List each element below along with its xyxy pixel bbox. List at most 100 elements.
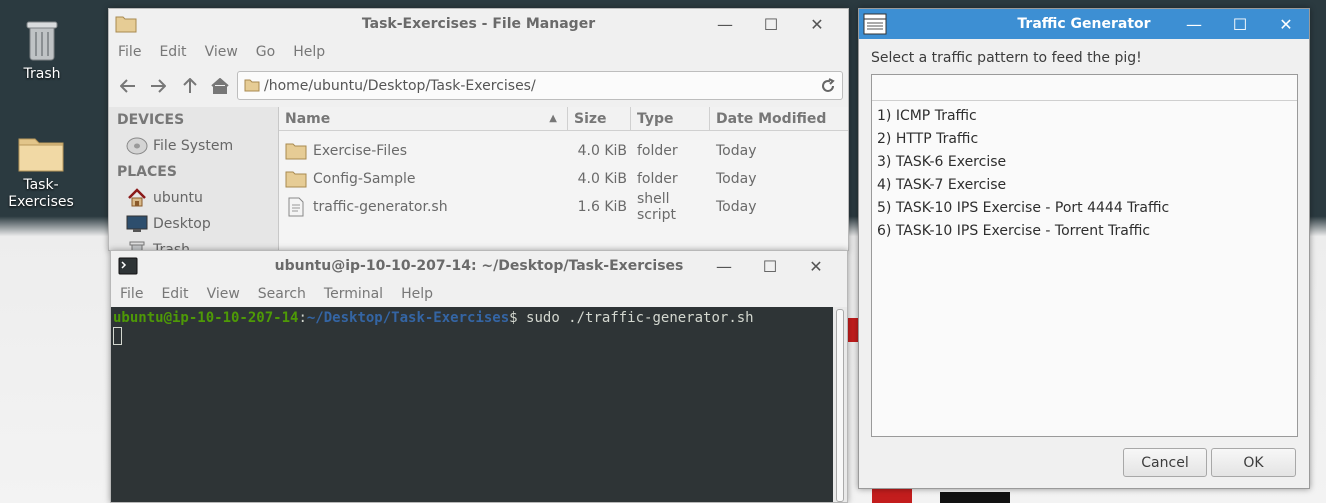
folder-icon [285, 171, 307, 188]
file-manager-window: Task-Exercises - File Manager — ☐ ✕ File… [108, 8, 849, 251]
script-icon [288, 197, 304, 217]
sidebar-header-places: PLACES [117, 164, 177, 180]
terminal-titlebar[interactable]: ubuntu@ip-10-10-207-14: ~/Desktop/Task-E… [111, 251, 847, 281]
wallpaper-shape [848, 318, 858, 342]
terminal-line: ubuntu@ip-10-10-207-14:~/Desktop/Task-Ex… [113, 309, 831, 327]
folder-icon [285, 143, 307, 160]
wallpaper-shape [940, 492, 1010, 503]
toolbar: /home/ubuntu/Desktop/Task-Exercises/ [109, 65, 848, 107]
table-row[interactable]: traffic-generator.sh 1.6 KiB shell scrip… [279, 191, 848, 223]
sidebar-item-label: File System [153, 138, 234, 154]
terminal-cursor [113, 327, 122, 345]
scrollbar[interactable] [833, 307, 847, 502]
column-size[interactable]: Size [568, 107, 631, 130]
menu-edit[interactable]: Edit [150, 44, 195, 60]
forward-arrow-icon[interactable] [147, 75, 169, 97]
maximize-button[interactable]: ☐ [1217, 9, 1263, 39]
prompt-user: ubuntu@ip-10-10-207-14 [113, 310, 299, 326]
scrollbar-thumb[interactable] [836, 309, 844, 502]
menu-bar: File Edit View Search Terminal Help [111, 281, 847, 307]
menu-file[interactable]: File [109, 44, 150, 60]
dialog-titlebar[interactable]: Traffic Generator — ☐ ✕ [859, 9, 1309, 39]
menu-terminal[interactable]: Terminal [315, 286, 392, 302]
home-icon [125, 188, 149, 208]
sidebar: DEVICES File System PLACES ubuntu Deskto… [109, 107, 279, 250]
close-button[interactable]: ✕ [793, 251, 839, 281]
desktop-icon-task-exercises[interactable]: Task-Exercises [1, 133, 81, 211]
file-manager-titlebar[interactable]: Task-Exercises - File Manager — ☐ ✕ [109, 9, 848, 39]
sidebar-item-ubuntu[interactable]: ubuntu [109, 185, 278, 211]
prompt-symbol: $ [509, 310, 518, 326]
folder-icon [18, 138, 64, 172]
table-row[interactable]: Exercise-Files 4.0 KiB folder Today [279, 137, 848, 165]
file-date: Today [716, 143, 757, 159]
sidebar-item-label: Desktop [153, 216, 211, 232]
terminal-output[interactable]: ubuntu@ip-10-10-207-14:~/Desktop/Task-Ex… [111, 307, 833, 502]
close-button[interactable]: ✕ [794, 9, 840, 39]
traffic-generator-dialog: Traffic Generator — ☐ ✕ Select a traffic… [858, 8, 1310, 489]
list-item[interactable]: 2) HTTP Traffic [872, 128, 1297, 151]
column-header: Name ▲ Size Type Date Modified [279, 107, 848, 131]
column-type[interactable]: Type [631, 107, 710, 130]
file-date: Today [716, 199, 757, 215]
file-size: 4.0 KiB [577, 143, 627, 159]
sidebar-item-trash[interactable]: Trash [109, 237, 278, 250]
menu-bar: File Edit View Go Help [109, 39, 848, 65]
file-date: Today [716, 171, 757, 187]
file-name: traffic-generator.sh [313, 199, 448, 215]
minimize-button[interactable]: — [1171, 9, 1217, 39]
sidebar-header-devices: DEVICES [117, 112, 185, 128]
ok-button[interactable]: OK [1211, 448, 1296, 477]
list-item[interactable]: 4) TASK-7 Exercise [872, 174, 1297, 197]
reload-icon[interactable] [820, 78, 836, 94]
selection-entry[interactable] [872, 75, 1297, 101]
menu-search[interactable]: Search [249, 286, 315, 302]
list-item[interactable]: 1) ICMP Traffic [872, 105, 1297, 128]
cancel-button[interactable]: Cancel [1123, 448, 1207, 477]
home-icon[interactable] [209, 75, 231, 97]
list-item[interactable]: 3) TASK-6 Exercise [872, 151, 1297, 174]
menu-edit[interactable]: Edit [152, 286, 197, 302]
file-list: Name ▲ Size Type Date Modified Exercise-… [279, 107, 848, 250]
prompt-path: ~/Desktop/Task-Exercises [306, 310, 510, 326]
table-row[interactable]: Config-Sample 4.0 KiB folder Today [279, 165, 848, 193]
column-name[interactable]: Name ▲ [279, 107, 568, 130]
terminal-window: ubuntu@ip-10-10-207-14: ~/Desktop/Task-E… [110, 250, 848, 503]
column-date-modified[interactable]: Date Modified [710, 107, 848, 130]
desktop-icon-label: Task-Exercises [8, 177, 74, 210]
menu-go[interactable]: Go [247, 44, 284, 60]
menu-help[interactable]: Help [392, 286, 442, 302]
file-size: 1.6 KiB [577, 199, 627, 215]
close-button[interactable]: ✕ [1263, 9, 1309, 39]
path-text: /home/ubuntu/Desktop/Task-Exercises/ [264, 77, 536, 94]
menu-view[interactable]: View [196, 44, 247, 60]
folder-icon [244, 79, 260, 92]
option-list: 1) ICMP Traffic 2) HTTP Traffic 3) TASK-… [871, 74, 1298, 437]
back-arrow-icon[interactable] [117, 75, 139, 97]
sort-ascending-icon: ▲ [549, 113, 557, 124]
menu-file[interactable]: File [111, 286, 152, 302]
minimize-button[interactable]: — [702, 9, 748, 39]
menu-view[interactable]: View [198, 286, 249, 302]
menu-help[interactable]: Help [284, 44, 334, 60]
minimize-button[interactable]: — [701, 251, 747, 281]
file-name: Exercise-Files [313, 143, 408, 159]
list-item[interactable]: 5) TASK-10 IPS Exercise - Port 4444 Traf… [872, 197, 1297, 220]
command-text: sudo ./traffic-generator.sh [517, 310, 754, 326]
maximize-button[interactable]: ☐ [748, 9, 794, 39]
list-item[interactable]: 6) TASK-10 IPS Exercise - Torrent Traffi… [872, 220, 1297, 243]
file-type: folder [637, 143, 678, 159]
file-type: folder [637, 171, 678, 187]
path-input[interactable]: /home/ubuntu/Desktop/Task-Exercises/ [237, 71, 843, 100]
desktop-icon-trash[interactable]: Trash [2, 18, 82, 83]
sidebar-item-file-system[interactable]: File System [109, 133, 278, 159]
trash-icon [26, 21, 58, 61]
desktop-icon [125, 214, 149, 234]
drive-icon [125, 136, 149, 156]
maximize-button[interactable]: ☐ [747, 251, 793, 281]
sidebar-item-desktop[interactable]: Desktop [109, 211, 278, 237]
prompt-separator: : [298, 310, 307, 326]
up-arrow-icon[interactable] [179, 75, 201, 97]
file-size: 4.0 KiB [577, 171, 627, 187]
desktop-icon-label: Trash [23, 66, 61, 82]
